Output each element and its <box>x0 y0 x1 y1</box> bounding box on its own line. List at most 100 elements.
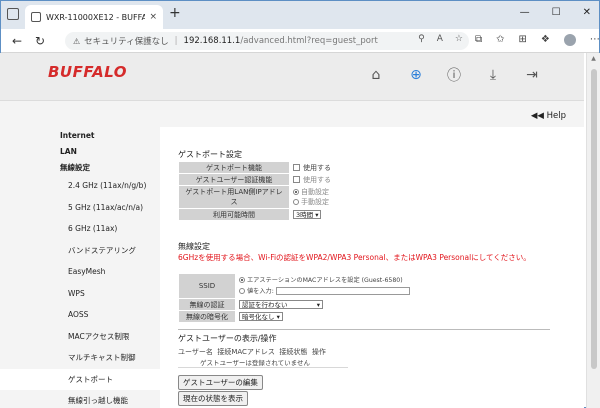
col-status: 接続状態 <box>279 348 308 356</box>
col-user: ユーザー名 <box>178 348 213 356</box>
available-time-value: 3時間 <box>296 211 314 219</box>
guest-auth-label: ゲストユーザー認証機能 <box>179 174 289 185</box>
sidebar-item[interactable]: EasyMesh <box>0 261 160 283</box>
wireless-heading: 無線設定 <box>178 242 210 251</box>
minimize-button[interactable]: — <box>520 7 530 18</box>
toolbar-icons: ⧉ ✩ ⊞ ❖ ⋯ <box>475 34 599 46</box>
page-scrollbar[interactable]: ▲ <box>586 53 600 408</box>
wireless-auth-value: 認証を行わない <box>242 301 288 309</box>
tab-bar: WXR-11000XE12 - BUFFALO Air × + — ☐ ✕ <box>1 1 599 29</box>
ssid-custom-radio[interactable] <box>239 288 245 294</box>
wireless-enc-select[interactable]: 暗号化なし ▾ <box>239 312 283 321</box>
guest-port-function-text: 使用する <box>303 163 331 172</box>
wireless-auth-cell: 認証を行わない ▾ <box>236 299 426 310</box>
ip-manual-text: 手動設定 <box>301 198 329 206</box>
ssid-label: SSID <box>179 274 235 298</box>
guest-users-empty: ゲストユーザーは登録されていません <box>200 359 310 367</box>
ip-auto-radio[interactable] <box>293 189 299 195</box>
maximize-button[interactable]: ☐ <box>552 7 561 18</box>
sidebar-item[interactable]: 2.4 GHz (11ax/n/g/b) <box>0 175 160 197</box>
close-window-button[interactable]: ✕ <box>583 7 591 18</box>
sidebar-item[interactable]: 無線引っ越し機能 <box>0 390 160 408</box>
ip-auto-text: 自動設定 <box>301 188 329 196</box>
tab-actions-icon[interactable] <box>7 8 19 20</box>
tab-title: WXR-11000XE12 - BUFFALO Air <box>46 12 145 22</box>
browser-tab[interactable]: WXR-11000XE12 - BUFFALO Air × <box>25 5 163 29</box>
available-time-select[interactable]: 3時間 ▾ <box>293 210 322 219</box>
sidebar-item[interactable]: WPS <box>0 283 160 305</box>
wireless-enc-value: 暗号化なし <box>242 313 275 321</box>
help-arrow-icon: ◀◀ <box>530 111 547 121</box>
security-status[interactable]: セキュリティ保護なし <box>84 35 169 47</box>
sidebar-item[interactable]: MACアクセス制限 <box>0 326 160 348</box>
ssid-mac-radio[interactable] <box>239 277 245 283</box>
guest-auth-cell: 使用する <box>290 174 346 185</box>
home-icon[interactable]: ⌂ <box>368 67 384 83</box>
more-menu-icon[interactable]: ⋯ <box>590 34 599 46</box>
wireless-warning: 6GHzを使用する場合、Wi-Fiの認証をWPA2/WPA3 Personal、… <box>178 253 531 262</box>
sidebar-item[interactable]: AOSS <box>0 304 160 326</box>
sidebar-item[interactable]: バンドステアリング <box>0 240 160 262</box>
guest-auth-checkbox[interactable] <box>293 176 300 183</box>
warning-lock-icon[interactable]: ⚠ <box>73 37 80 46</box>
wireless-auth-select[interactable]: 認証を行わない ▾ <box>239 300 323 309</box>
url-field[interactable]: ⚠ セキュリティ保護なし | 192.168.11.1 /advanced.ht… <box>65 32 469 50</box>
new-tab-button[interactable]: + <box>169 5 181 21</box>
download-icon[interactable]: ⤓ <box>485 67 501 83</box>
sidebar-item[interactable]: Internet <box>0 127 160 143</box>
guest-ip-cell: 自動設定 手動設定 <box>290 186 346 208</box>
available-time-label: 利用可能時間 <box>179 209 289 220</box>
key-icon[interactable]: ⚲ <box>418 34 425 44</box>
guest-ip-label: ゲストポート用LAN側IPアドレス <box>179 186 289 208</box>
url-path: /advanced.html?req=guest_port <box>240 36 378 46</box>
guest-port-function-checkbox[interactable] <box>293 164 300 171</box>
scroll-up-icon[interactable]: ▲ <box>587 55 600 62</box>
col-mac: 接続MACアドレス <box>217 348 275 356</box>
sidebar-item[interactable]: 5 GHz (11ax/ac/n/a) <box>0 197 160 219</box>
profile-avatar[interactable] <box>563 34 576 46</box>
guest-port-heading: ゲストポート設定 <box>178 150 242 159</box>
buffalo-logo: BUFFALO <box>48 63 128 81</box>
wireless-enc-cell: 暗号化なし ▾ <box>236 311 426 322</box>
read-aloud-icon[interactable]: A <box>437 34 443 44</box>
info-icon[interactable]: ⓘ <box>446 67 462 84</box>
window-controls: — ☐ ✕ <box>520 7 591 18</box>
wireless-enc-label: 無線の暗号化 <box>179 311 235 322</box>
guest-auth-text: 使用する <box>303 175 331 184</box>
show-status-button[interactable]: 現在の状態を表示 <box>178 391 248 406</box>
ip-manual-radio[interactable] <box>293 199 299 205</box>
tab-close-icon[interactable]: × <box>149 12 157 22</box>
guest-users-heading: ゲストユーザーの表示/操作 <box>178 334 277 343</box>
globe-icon[interactable]: ⊕ <box>408 67 424 83</box>
url-actions: ⚲ A ☆ <box>418 34 463 44</box>
back-arrow-icon[interactable]: ← <box>10 34 24 48</box>
extensions-icon[interactable]: ❖ <box>541 34 550 46</box>
favorite-star-icon[interactable]: ☆ <box>455 34 463 44</box>
sidebar-item[interactable]: ゲストポート <box>0 368 160 390</box>
sidebar-item[interactable]: LAN <box>0 143 160 159</box>
sidebar-item[interactable]: マルチキャスト制御 <box>0 347 160 369</box>
sidebar-item[interactable]: 無線設定 <box>0 159 160 175</box>
guest-port-function-cell: 使用する <box>290 162 346 173</box>
url-divider: | <box>174 36 178 46</box>
guest-port-table: ゲストポート機能 使用する ゲストユーザー認証機能 使用する ゲストポート用LA… <box>178 161 347 221</box>
scroll-thumb[interactable] <box>591 69 597 369</box>
router-page: BUFFALO ⌂ ⊕ ⓘ ⤓ ⇥ ◀◀ Help Internet LAN 無線設… <box>0 53 584 408</box>
help-link[interactable]: ◀◀ Help <box>531 111 566 121</box>
address-bar: ← ↻ ⚠ セキュリティ保護なし | 192.168.11.1 /advance… <box>1 29 599 53</box>
content-panel: ゲストポート設定 ゲストポート機能 使用する ゲストユーザー認証機能 使用する … <box>160 127 584 408</box>
collections-icon[interactable]: ⊞ <box>519 34 527 46</box>
wireless-table: SSID エアステーションのMACアドレスを設定 (Guest-6580) 値を… <box>178 273 427 323</box>
ssid-custom-text: 値を入力: <box>247 288 274 295</box>
ssid-input[interactable] <box>275 287 410 295</box>
logout-icon[interactable]: ⇥ <box>524 67 540 83</box>
favorites-icon[interactable]: ✩ <box>496 34 504 46</box>
edit-guest-users-button[interactable]: ゲストユーザーの編集 <box>178 375 263 390</box>
reload-icon[interactable]: ↻ <box>33 34 47 48</box>
split-screen-icon[interactable]: ⧉ <box>475 34 482 46</box>
available-time-cell: 3時間 ▾ <box>290 209 346 220</box>
url-host: 192.168.11.1 <box>183 36 241 46</box>
table-bottom-line <box>178 367 348 368</box>
ssid-cell: エアステーションのMACアドレスを設定 (Guest-6580) 値を入力: <box>236 274 426 298</box>
sidebar-item[interactable]: 6 GHz (11ax) <box>0 218 160 240</box>
